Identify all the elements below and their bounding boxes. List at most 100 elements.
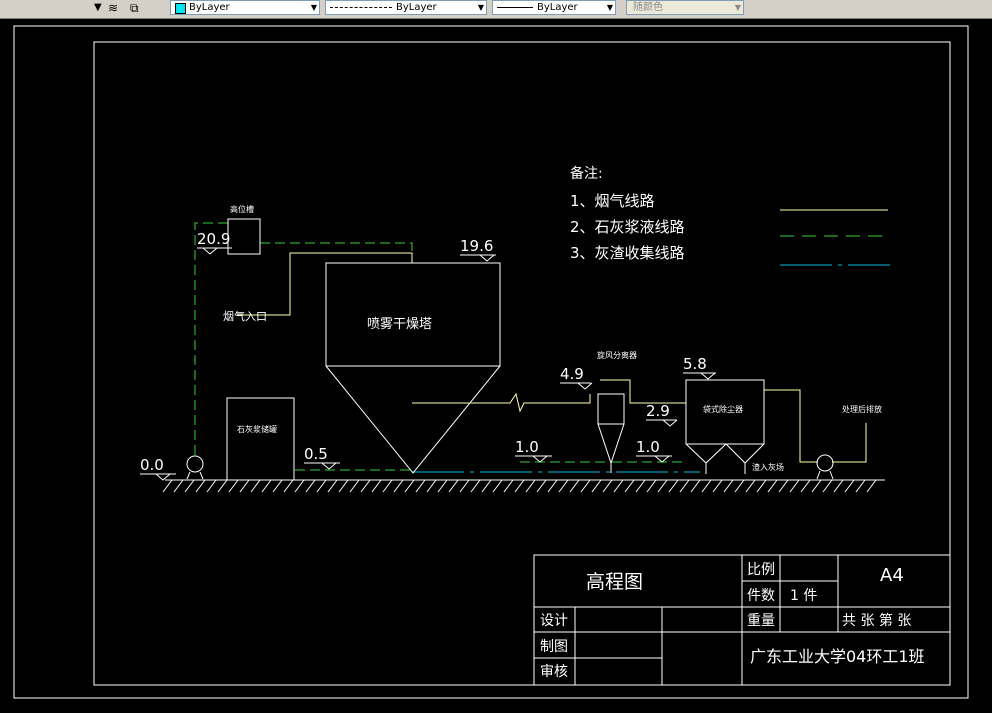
ground-hatch-mark — [305, 479, 316, 493]
ground-hatch-mark — [195, 479, 206, 493]
chevron-down-icon[interactable]: ▼ — [311, 1, 317, 14]
elevation-20-9: 20.9 — [197, 230, 232, 255]
quantity-value: 1 件 — [790, 588, 817, 604]
ground-hatch-mark — [690, 479, 701, 493]
organization-name: 广东工业大学04环工1班 — [750, 647, 925, 666]
elevation-2-9: 2.9 — [646, 402, 678, 427]
high-level-tank: 高位槽 — [227, 204, 261, 255]
ground-hatch-mark — [855, 479, 866, 493]
elevation-0-0: 0.0 — [140, 456, 176, 481]
ground-hatch-mark — [173, 479, 184, 493]
flue-gas-line — [237, 252, 867, 463]
ground-hatch-mark — [481, 479, 492, 493]
linetype-sample — [330, 6, 392, 8]
elevation-19-6: 19.6 — [460, 237, 496, 262]
draft-label: 制图 — [540, 639, 568, 655]
note-ash-line: 3、灰渣收集线路 — [570, 244, 685, 262]
ground-hatch-mark — [393, 479, 404, 493]
svg-text:5.8: 5.8 — [683, 355, 707, 373]
drawing-canvas[interactable]: 备注: 1、烟气线路 2、石灰浆液线路 3、灰渣收集线路 高位槽 烟气入口 喷雾… — [0, 18, 992, 713]
cyclone-label: 旋风分离器 — [597, 350, 637, 360]
color-combo[interactable]: ByLayer ▼ — [170, 0, 320, 15]
svg-text:2.9: 2.9 — [646, 402, 670, 420]
layer-previous-icon[interactable]: ⧉ — [130, 0, 139, 16]
ground-hatch-mark — [283, 479, 294, 493]
lime-tank-label: 石灰浆储罐 — [237, 424, 277, 434]
svg-text:20.9: 20.9 — [197, 230, 230, 248]
cyclone-separator: 旋风分离器 — [597, 350, 637, 473]
properties-toolbar: ▼ ≋ ⧉ ByLayer ▼ ByLayer ▼ ByLayer ▼ 随颜色 … — [0, 0, 992, 19]
sheet-info: 共 张 第 张 — [842, 612, 911, 629]
svg-text:4.9: 4.9 — [560, 365, 584, 383]
ground-hatch-mark — [206, 479, 217, 493]
ground-hatch-mark — [646, 479, 657, 493]
design-label: 设计 — [540, 613, 568, 629]
svg-text:0.0: 0.0 — [140, 456, 164, 474]
svg-text:1.0: 1.0 — [636, 438, 660, 456]
note-lime-line: 2、石灰浆液线路 — [570, 218, 685, 236]
elevation-0-5: 0.5 — [304, 445, 340, 470]
ash-outlet-label: 渣入灰场 — [752, 462, 784, 472]
ground-hatch-mark — [415, 479, 426, 493]
ground-hatch-mark — [833, 479, 844, 493]
linetype-combo[interactable]: ByLayer ▼ — [325, 0, 487, 15]
spray-tower-label: 喷雾干燥塔 — [367, 317, 432, 332]
svg-text:1.0: 1.0 — [515, 438, 539, 456]
plotstyle-combo[interactable]: 随颜色 ▼ — [626, 0, 744, 15]
ground-hatch-mark — [294, 479, 305, 493]
elevation-5-8: 5.8 — [683, 355, 716, 380]
dropdown-arrow-icon[interactable]: ▼ — [94, 0, 102, 16]
bag-filter: 袋式除尘器 渣入灰场 — [685, 379, 784, 474]
color-combo-value: ByLayer — [189, 2, 230, 13]
ground-line — [162, 479, 885, 493]
discharge-label: 处理后排放 — [842, 404, 882, 414]
paper-size: A4 — [880, 565, 904, 586]
ground-hatch-mark — [426, 479, 437, 493]
notes-block: 备注: 1、烟气线路 2、石灰浆液线路 3、灰渣收集线路 — [570, 165, 685, 262]
ground-hatch-mark — [811, 479, 822, 493]
ground-hatch-mark — [657, 479, 668, 493]
ground-hatch-mark — [866, 479, 877, 493]
ground-hatch-mark — [250, 479, 261, 493]
chevron-down-icon[interactable]: ▼ — [478, 1, 484, 14]
ground-hatch-mark — [448, 479, 459, 493]
lineweight-sample — [497, 6, 533, 8]
ground-hatch-mark — [514, 479, 525, 493]
ground-hatch-mark — [547, 479, 558, 493]
ground-hatch-mark — [525, 479, 536, 493]
ground-hatch-mark — [569, 479, 580, 493]
notes-title: 备注: — [570, 165, 603, 182]
ground-hatch-mark — [184, 479, 195, 493]
color-swatch — [175, 3, 186, 14]
ground-hatch-mark — [844, 479, 855, 493]
ground-hatch-mark — [382, 479, 393, 493]
layer-tools-icon[interactable]: ≋ — [108, 0, 118, 16]
ground-hatch-mark — [437, 479, 448, 493]
ground-hatch-mark — [679, 479, 690, 493]
ground-hatch-mark — [668, 479, 679, 493]
ground-hatch-mark — [316, 479, 327, 493]
lineweight-combo[interactable]: ByLayer ▼ — [492, 0, 616, 15]
ground-hatch-mark — [591, 479, 602, 493]
ground-hatch-mark — [712, 479, 723, 493]
svg-text:19.6: 19.6 — [460, 237, 493, 255]
ground-hatch-mark — [767, 479, 778, 493]
ground-hatch-mark — [503, 479, 514, 493]
ground-hatch-mark — [228, 479, 239, 493]
elevation-1-0-b: 1.0 — [636, 438, 672, 463]
title-block-text: 高程图 比例 件数 1 件 重量 A4 共 张 第 张 设计 制图 审核 广东工… — [540, 562, 925, 680]
ground-hatch-mark — [536, 479, 547, 493]
ground-hatch-mark — [756, 479, 767, 493]
ground-hatch-mark — [360, 479, 371, 493]
chevron-down-icon[interactable]: ▼ — [607, 1, 613, 14]
outer-frame — [13, 25, 969, 699]
ground-hatch-mark — [338, 479, 349, 493]
ground-hatch-mark — [404, 479, 415, 493]
ground-hatch-mark — [239, 479, 250, 493]
scale-label: 比例 — [747, 562, 775, 578]
svg-text:0.5: 0.5 — [304, 445, 328, 463]
ground-hatch-mark — [624, 479, 635, 493]
ground-hatch-mark — [459, 479, 470, 493]
bag-filter-label: 袋式除尘器 — [703, 404, 743, 414]
lime-slurry-tank: 石灰浆储罐 — [226, 397, 295, 481]
